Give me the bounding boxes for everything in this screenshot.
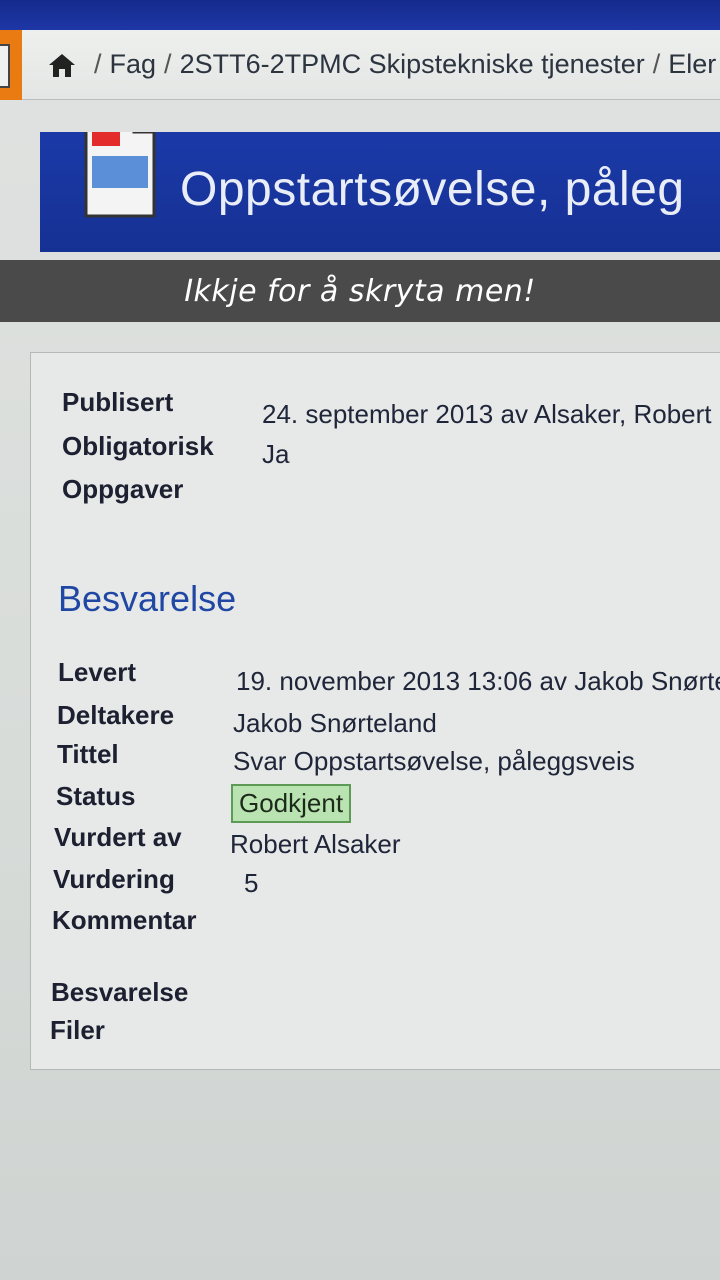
delivered-label: Levert — [58, 657, 137, 687]
breadcrumb-item-course[interactable]: 2STT6-2TPMC Skipstekniske tjenester — [180, 49, 645, 80]
status-label: Status — [56, 781, 136, 811]
files-label: Filer — [50, 1015, 105, 1045]
comment-label: Kommentar — [52, 905, 197, 935]
home-icon[interactable] — [48, 52, 76, 78]
tasks-label: Oppgaver — [62, 474, 184, 504]
status-value-wrapper: Godkjent — [231, 784, 352, 823]
breadcrumb: / Fag / 2STT6-2TPMC Skipstekniske tjenes… — [22, 30, 720, 100]
title-label: Tittel — [57, 739, 119, 769]
assessed-by-label: Vurdert av — [54, 822, 182, 852]
assessed-by-value: Robert Alsaker — [230, 829, 401, 859]
browser-top-bar — [0, 0, 720, 30]
participants-value: Jakob Snørteland — [233, 708, 437, 738]
breadcrumb-separator: / — [652, 49, 661, 79]
breadcrumb-separator: / — [164, 49, 172, 79]
published-label: Publisert — [62, 387, 174, 417]
status-badge: Godkjent — [231, 784, 352, 823]
title-value: Svar Oppstartsøvelse, påleggsveis — [233, 746, 635, 776]
answer-label: Besvarelse — [51, 977, 189, 1007]
delivered-value: 19. november 2013 13:06 av Jakob Snørtel — [236, 666, 720, 696]
breadcrumb-item-fag[interactable]: Fag — [110, 49, 157, 80]
grade-value: 5 — [244, 868, 259, 898]
document-icon — [84, 132, 156, 218]
grade-label: Vurdering — [53, 864, 175, 894]
submission-heading: Besvarelse — [58, 578, 237, 619]
breadcrumb-separator: / — [94, 49, 102, 79]
side-tab[interactable] — [0, 30, 22, 100]
breadcrumb-item-elements[interactable]: Eler — [668, 49, 716, 80]
published-value: 24. september 2013 av Alsaker, Robert — [262, 399, 712, 429]
page-title: Oppstartsøvelse, påleg — [180, 163, 685, 216]
page-title-banner: Oppstartsøvelse, påleg — [40, 132, 720, 252]
mandatory-label: Obligatorisk — [62, 431, 214, 461]
participants-label: Deltakere — [57, 700, 175, 730]
snapchat-caption: Ikkje for å skryta men! — [0, 260, 720, 322]
mandatory-value: Ja — [262, 439, 290, 469]
